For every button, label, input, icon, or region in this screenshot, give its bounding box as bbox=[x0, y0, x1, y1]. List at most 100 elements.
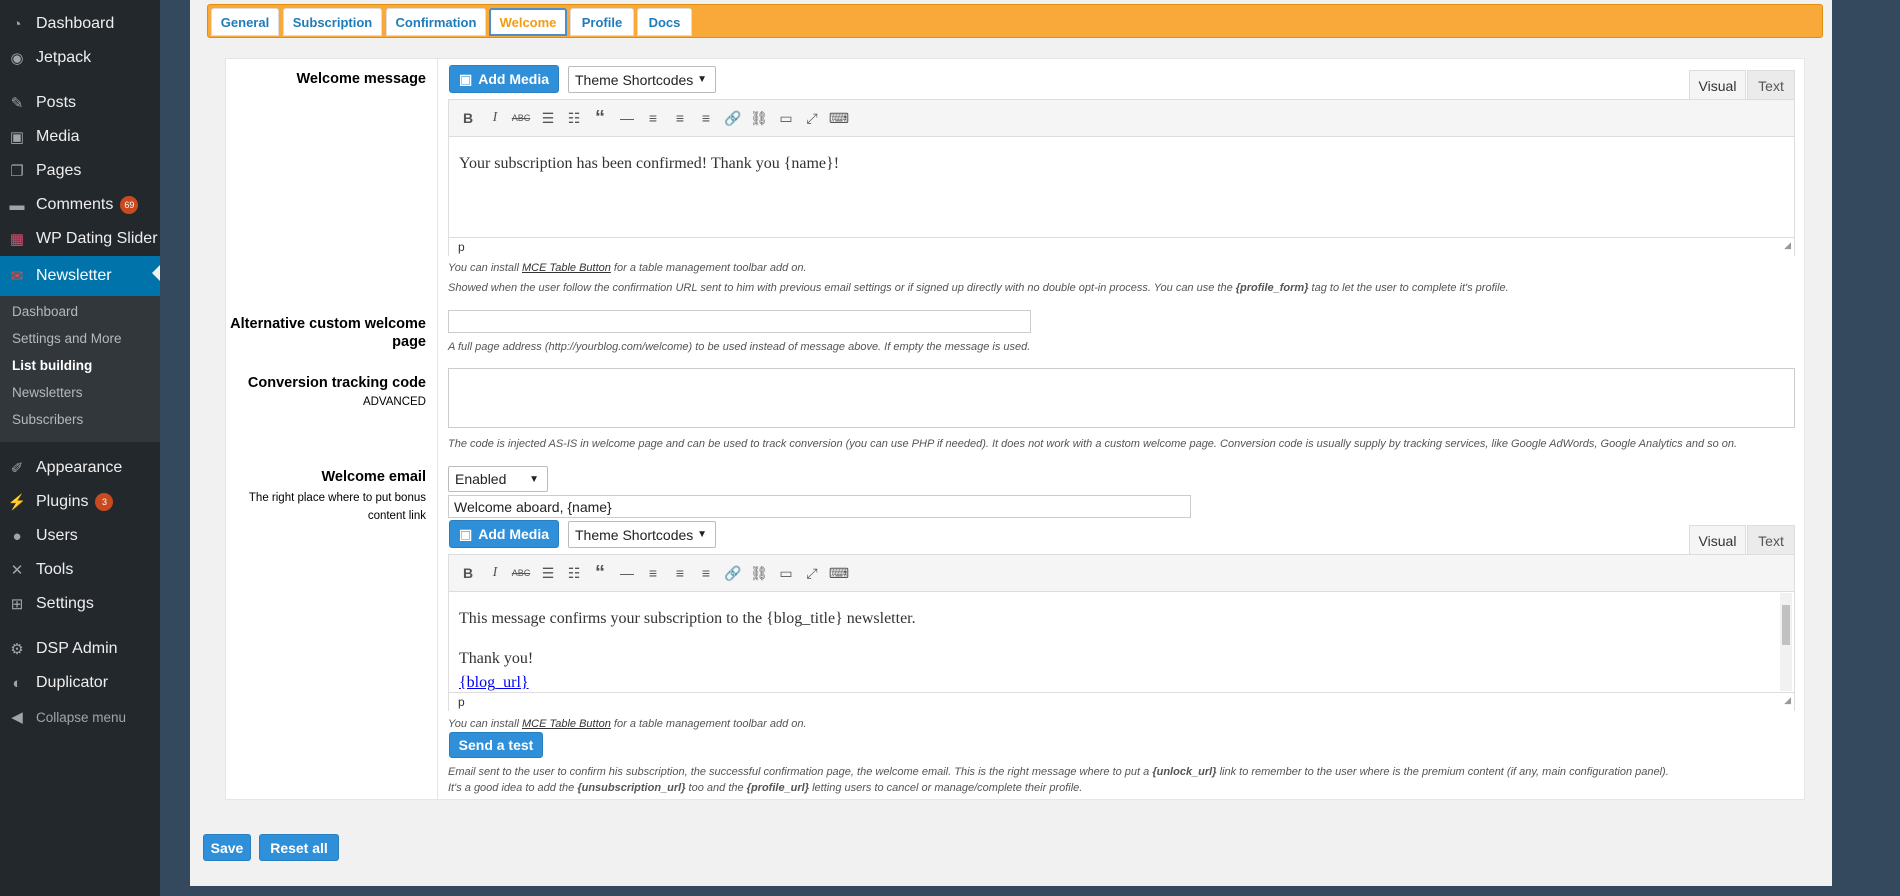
tab-general[interactable]: General bbox=[211, 8, 279, 36]
conversion-code-textarea[interactable] bbox=[448, 368, 1795, 428]
menu-label: Collapse menu bbox=[36, 709, 127, 725]
link-icon[interactable]: 🔗 bbox=[722, 562, 744, 584]
menu-dsp-admin[interactable]: ⚙ DSP Admin bbox=[0, 632, 160, 666]
email-content-line-2[interactable]: Thank you! bbox=[459, 650, 533, 668]
resize-handle-icon[interactable]: ◢ bbox=[1784, 695, 1791, 706]
welcome-email-help-2: It's a good idea to add the {unsubscript… bbox=[448, 782, 1082, 794]
comments-count-badge: 69 bbox=[120, 196, 139, 214]
tab-profile[interactable]: Profile bbox=[570, 8, 634, 36]
menu-pages[interactable]: ❐ Pages bbox=[0, 154, 160, 188]
email-content-line-1[interactable]: This message confirms your subscription … bbox=[459, 610, 916, 628]
italic-icon[interactable]: I bbox=[484, 107, 506, 129]
caret-down-icon: ▼ bbox=[697, 74, 707, 85]
save-button[interactable]: Save bbox=[203, 834, 251, 861]
reset-all-button[interactable]: Reset all bbox=[259, 834, 339, 861]
unlink-icon[interactable]: ⛓ bbox=[748, 562, 770, 584]
alt-page-input[interactable] bbox=[448, 310, 1031, 333]
menu-users[interactable]: ● Users bbox=[0, 519, 160, 553]
plugins-count-badge: 3 bbox=[95, 493, 114, 511]
unlink-icon[interactable]: ⛓ bbox=[748, 107, 770, 129]
bullet-list-icon[interactable]: ☰ bbox=[537, 562, 559, 584]
welcome-email-help-1: Email sent to the user to confirm his su… bbox=[448, 766, 1669, 778]
tab-subscription[interactable]: Subscription bbox=[283, 8, 382, 36]
menu-comments[interactable]: ▬ Comments 69 bbox=[0, 188, 160, 222]
add-media-button[interactable]: ▣ Add Media bbox=[449, 65, 559, 93]
submenu-list-building[interactable]: List building bbox=[12, 358, 92, 373]
bold-icon[interactable]: B bbox=[457, 562, 479, 584]
welcome-message-content[interactable]: Your subscription has been confirmed! Th… bbox=[459, 155, 839, 173]
menu-posts[interactable]: ✎ Posts bbox=[0, 86, 160, 120]
email-content-blog-url[interactable]: {blog_url} bbox=[459, 674, 529, 692]
numbered-list-icon[interactable]: ☷ bbox=[563, 562, 585, 584]
menu-label: Settings bbox=[36, 595, 94, 612]
align-center-icon[interactable]: ≡ bbox=[669, 107, 691, 129]
blockquote-icon[interactable]: “ bbox=[589, 562, 611, 584]
bold-icon[interactable]: B bbox=[457, 107, 479, 129]
align-right-icon[interactable]: ≡ bbox=[695, 562, 717, 584]
menu-dashboard[interactable]: ◔ Dashboard bbox=[0, 7, 160, 41]
theme-shortcodes-select[interactable]: Theme Shortcodes ▼ bbox=[568, 66, 716, 93]
editor-statusbar: p ◢ bbox=[449, 237, 1794, 256]
submenu-subscribers[interactable]: Subscribers bbox=[12, 412, 83, 427]
email-visual-tab[interactable]: Visual bbox=[1689, 525, 1746, 555]
strikethrough-icon[interactable]: ABC bbox=[510, 562, 532, 584]
submenu-newsletters[interactable]: Newsletters bbox=[12, 385, 83, 400]
align-left-icon[interactable]: ≡ bbox=[642, 107, 664, 129]
keyboard-icon[interactable]: ⌨ bbox=[828, 107, 850, 129]
settings-icon: ⊞ bbox=[10, 596, 24, 613]
resize-handle-icon[interactable]: ◢ bbox=[1784, 240, 1791, 251]
bullet-list-icon[interactable]: ☰ bbox=[537, 107, 559, 129]
collapse-menu-button[interactable]: ◀ Collapse menu bbox=[0, 700, 160, 734]
email-text-tab[interactable]: Text bbox=[1747, 525, 1795, 555]
menu-jetpack[interactable]: ◉ Jetpack bbox=[0, 41, 160, 75]
strikethrough-icon[interactable]: ABC bbox=[510, 107, 532, 129]
submenu-settings-and-more[interactable]: Settings and More bbox=[12, 331, 122, 346]
text-tab[interactable]: Text bbox=[1747, 70, 1795, 100]
welcome-email-subject-input[interactable]: Welcome aboard, {name} bbox=[448, 495, 1191, 518]
help-text: It's a good idea to add the bbox=[448, 782, 578, 794]
keyboard-icon[interactable]: ⌨ bbox=[828, 562, 850, 584]
email-theme-shortcodes-select[interactable]: Theme Shortcodes ▼ bbox=[568, 521, 716, 548]
italic-icon[interactable]: I bbox=[484, 562, 506, 584]
menu-duplicator[interactable]: ◐ Duplicator bbox=[0, 666, 160, 700]
horizontal-line-icon[interactable]: — bbox=[616, 107, 638, 129]
fullscreen-icon[interactable]: ⤢ bbox=[801, 107, 823, 129]
scrollbar-thumb[interactable] bbox=[1782, 605, 1790, 645]
horizontal-line-icon[interactable]: — bbox=[616, 562, 638, 584]
link-icon[interactable]: 🔗 bbox=[722, 107, 744, 129]
tab-welcome[interactable]: Welcome bbox=[489, 8, 567, 36]
menu-wp-dating-slider[interactable]: ▦ WP Dating Slider bbox=[0, 222, 160, 256]
send-test-button[interactable]: Send a test bbox=[449, 732, 543, 758]
menu-tools[interactable]: ✕ Tools bbox=[0, 553, 160, 587]
duplicate-icon: ◐ bbox=[12, 674, 22, 692]
pages-icon: ❐ bbox=[10, 163, 24, 180]
gear-icon: ⚙ bbox=[10, 641, 24, 658]
menu-settings[interactable]: ⊞ Settings bbox=[0, 587, 160, 621]
tab-docs[interactable]: Docs bbox=[637, 8, 692, 36]
element-path: p bbox=[458, 240, 465, 254]
menu-media[interactable]: ▣ Media bbox=[0, 120, 160, 154]
menu-appearance[interactable]: ✐ Appearance bbox=[0, 451, 160, 485]
read-more-icon[interactable]: ▭ bbox=[775, 107, 797, 129]
editor-scrollbar[interactable] bbox=[1780, 593, 1792, 691]
numbered-list-icon[interactable]: ☷ bbox=[563, 107, 585, 129]
pin-icon: ✎ bbox=[10, 95, 24, 112]
enabled-value: Enabled bbox=[455, 471, 507, 487]
mce-table-button-link[interactable]: MCE Table Button bbox=[522, 262, 611, 274]
align-center-icon[interactable]: ≡ bbox=[669, 562, 691, 584]
visual-tab[interactable]: Visual bbox=[1689, 70, 1746, 100]
email-add-media-button[interactable]: ▣ Add Media bbox=[449, 520, 559, 548]
mce-table-button-link[interactable]: MCE Table Button bbox=[522, 718, 611, 730]
media-icon: ▣ bbox=[9, 129, 25, 146]
help-bold: {profile_form} bbox=[1235, 282, 1309, 294]
menu-plugins[interactable]: ⚡ Plugins 3 bbox=[0, 485, 160, 519]
align-right-icon[interactable]: ≡ bbox=[695, 107, 717, 129]
read-more-icon[interactable]: ▭ bbox=[775, 562, 797, 584]
fullscreen-icon[interactable]: ⤢ bbox=[801, 562, 823, 584]
blockquote-icon[interactable]: “ bbox=[589, 107, 611, 129]
menu-newsletter[interactable]: ✉ Newsletter bbox=[0, 256, 160, 296]
tab-confirmation[interactable]: Confirmation bbox=[386, 8, 486, 36]
align-left-icon[interactable]: ≡ bbox=[642, 562, 664, 584]
welcome-email-enabled-select[interactable]: Enabled ▼ bbox=[448, 466, 548, 492]
submenu-dashboard[interactable]: Dashboard bbox=[12, 304, 78, 319]
